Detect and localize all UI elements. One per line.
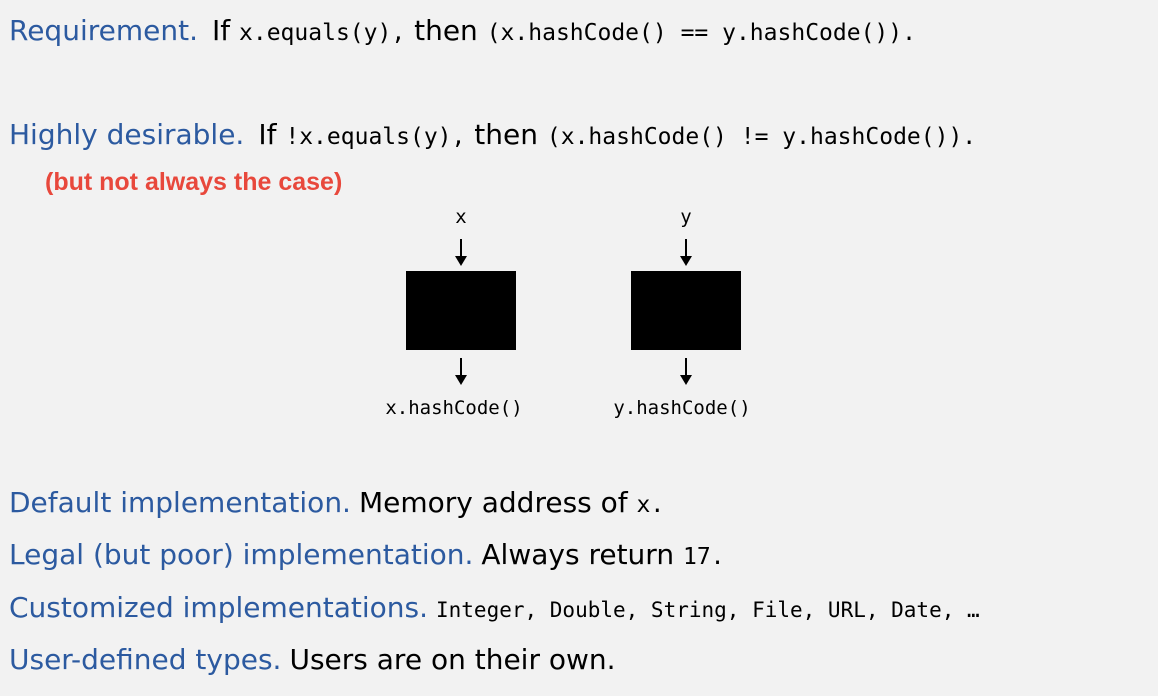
default-impl-line: Default implementation. Memory address of… (9, 486, 664, 522)
user-types-text: Users are on their own. (289, 643, 616, 676)
legal-impl-line: Legal (but poor) implementation. Always r… (9, 538, 725, 574)
requirement-if: If (211, 14, 231, 47)
diagram-y-input: y (680, 206, 692, 228)
desirable-condition: !x.equals(y), (285, 124, 466, 150)
legal-impl-text: Always return (481, 538, 675, 571)
desirable-if: If (258, 118, 277, 151)
default-impl-code: x. (636, 492, 665, 518)
hash-function-box-x (406, 271, 516, 350)
user-types-line: User-defined types. Users are on their ow… (9, 643, 616, 677)
requirement-condition: x.equals(y), (239, 20, 406, 46)
custom-impl-label: Customized implementations. (9, 591, 428, 624)
desirable-label: Highly desirable. (9, 118, 245, 151)
desirable-note: (but not always the case) (45, 168, 343, 196)
custom-impl-code: Integer, Double, String, File, URL, Date… (436, 598, 980, 622)
diagram-x-input: x (455, 206, 467, 228)
diagram-y-output: y.hashCode() (613, 397, 751, 419)
down-arrow-icon (680, 239, 692, 266)
down-arrow-icon (680, 358, 692, 385)
desirable-line: Highly desirable. If !x.equals(y), then (… (9, 118, 976, 154)
down-arrow-icon (455, 239, 467, 266)
down-arrow-icon (455, 358, 467, 385)
custom-impl-line: Customized implementations. Integer, Doub… (9, 591, 980, 627)
desirable-result: (x.hashCode() != y.hashCode()). (546, 124, 977, 150)
requirement-label: Requirement. (9, 14, 198, 47)
requirement-result: (x.hashCode() == y.hashCode()). (486, 20, 916, 46)
legal-impl-code: 17. (682, 544, 725, 570)
user-types-label: User-defined types. (9, 643, 282, 676)
desirable-then: then (474, 118, 538, 151)
legal-impl-label: Legal (but poor) implementation. (9, 538, 474, 571)
default-impl-text: Memory address of (358, 486, 628, 519)
requirement-then: then (414, 14, 478, 47)
requirement-line: Requirement. If x.equals(y), then (x.hash… (9, 14, 916, 50)
diagram-x-output: x.hashCode() (385, 397, 523, 419)
hash-function-box-y (631, 271, 741, 350)
default-impl-label: Default implementation. (9, 486, 351, 519)
